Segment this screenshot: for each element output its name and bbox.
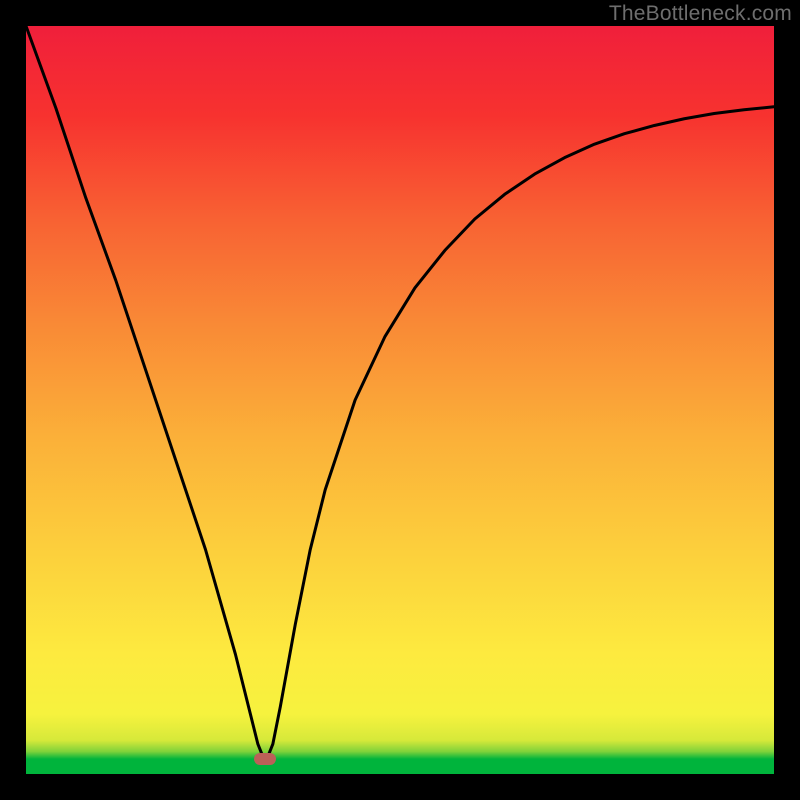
curve-layer (26, 26, 774, 774)
chart-frame: TheBottleneck.com (0, 0, 800, 800)
minimum-marker (254, 753, 276, 765)
plot-area (26, 26, 774, 774)
watermark-text: TheBottleneck.com (609, 2, 792, 26)
bottleneck-curve (26, 26, 774, 763)
